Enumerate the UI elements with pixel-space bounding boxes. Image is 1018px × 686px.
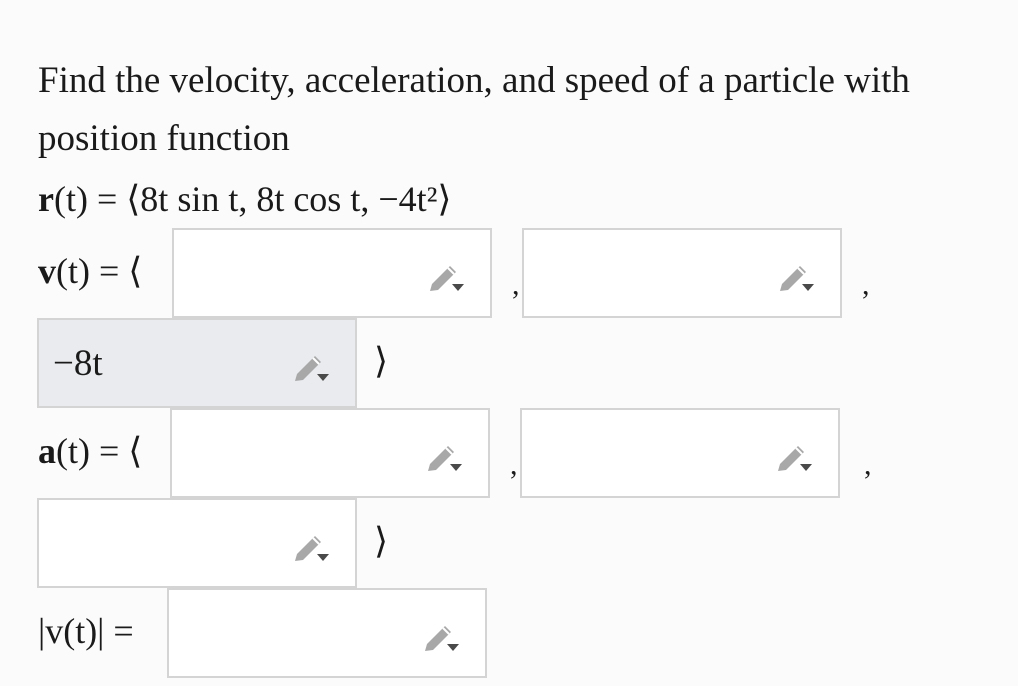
problem-text-line-1: Find the velocity, acceleration, and spe…	[38, 60, 910, 101]
velocity-label: v(t) = ⟨	[38, 250, 142, 292]
velocity-z-value: −8t	[53, 343, 103, 384]
pencil-edit-icon[interactable]	[291, 528, 331, 562]
problem-statement: Find the velocity, acceleration, and spe…	[38, 52, 1013, 168]
speed-input[interactable]	[167, 588, 487, 678]
pencil-edit-icon[interactable]	[291, 348, 331, 382]
acceleration-y-input[interactable]	[520, 408, 840, 498]
pencil-edit-icon[interactable]	[776, 258, 816, 292]
acceleration-label-rest: (t) = ⟨	[56, 431, 143, 471]
velocity-x-input[interactable]	[172, 228, 492, 318]
problem-text-line-2: position function	[38, 118, 290, 159]
position-function-body: (t) = ⟨8t sin t, 8t cos t, −4t²⟩	[53, 179, 452, 219]
pencil-edit-icon[interactable]	[421, 618, 461, 652]
velocity-label-rest: (t) = ⟨	[56, 251, 143, 291]
pencil-edit-icon[interactable]	[424, 438, 464, 472]
velocity-y-input[interactable]	[522, 228, 842, 318]
velocity-var: v	[38, 251, 56, 291]
speed-label: |v(t)| =	[38, 611, 134, 651]
acceleration-z-input[interactable]	[37, 498, 357, 588]
velocity-separator-1: ,	[512, 268, 520, 301]
velocity-z-input[interactable]: −8t	[37, 318, 357, 408]
acceleration-separator-2: ,	[864, 448, 872, 481]
acceleration-separator-1: ,	[510, 448, 518, 481]
acceleration-x-input[interactable]	[170, 408, 490, 498]
velocity-close-bracket: ⟩	[374, 341, 389, 381]
pencil-edit-icon[interactable]	[774, 438, 814, 472]
position-function: r(t) = ⟨8t sin t, 8t cos t, −4t²⟩	[38, 178, 451, 220]
acceleration-close-bracket: ⟩	[374, 521, 389, 561]
pencil-edit-icon[interactable]	[426, 258, 466, 292]
acceleration-var: a	[38, 431, 56, 471]
velocity-separator-2: ,	[862, 268, 870, 301]
acceleration-label: a(t) = ⟨	[38, 430, 142, 472]
position-var: r	[38, 179, 54, 219]
